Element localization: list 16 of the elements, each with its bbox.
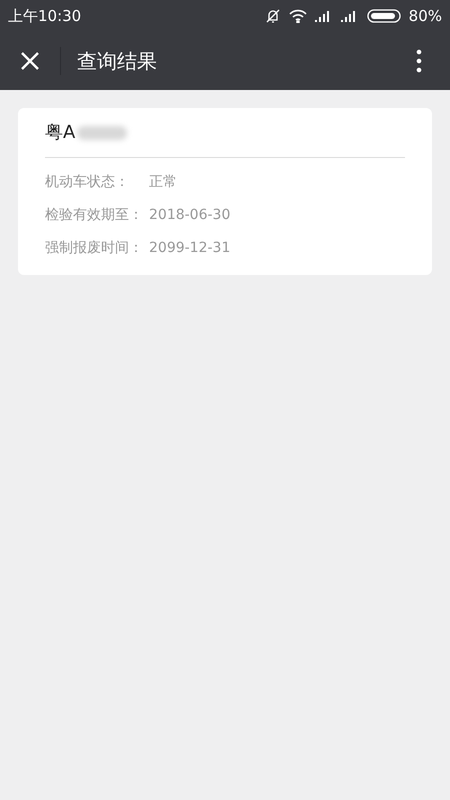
status-time: 上午10:30 bbox=[8, 6, 82, 27]
field-label: 机动车状态： bbox=[45, 173, 130, 192]
field-value: 2018-06-30 bbox=[149, 206, 230, 225]
close-icon bbox=[20, 51, 40, 71]
field-label: 强制报废时间： bbox=[45, 239, 144, 258]
wifi-icon bbox=[288, 9, 307, 23]
field-label: 检验有效期至： bbox=[45, 206, 144, 225]
plate-number: 粤A bbox=[45, 121, 76, 145]
field-value: 正常 bbox=[149, 173, 177, 192]
redaction-blur bbox=[77, 126, 128, 140]
battery-icon bbox=[366, 9, 401, 23]
page-title: 查询结果 bbox=[77, 48, 158, 75]
battery-level: 80% bbox=[408, 6, 442, 27]
field-value: 2099-12-31 bbox=[149, 239, 230, 258]
bell-off-icon bbox=[264, 8, 281, 24]
more-icon bbox=[416, 49, 422, 73]
